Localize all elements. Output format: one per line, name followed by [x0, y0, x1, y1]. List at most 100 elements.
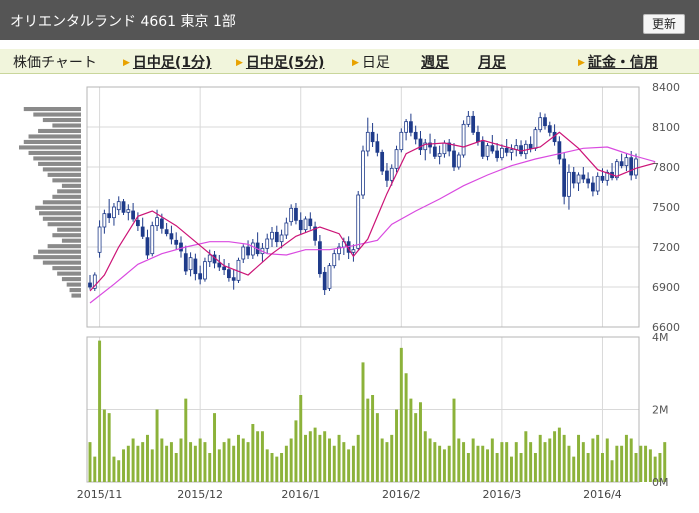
month-labels: 2015/11 2015/12 2016/1 2016/2 2016/3 2016/4 [77, 488, 622, 501]
candle-body [270, 231, 274, 240]
volume-bar [428, 438, 432, 482]
candle-body [394, 149, 399, 169]
candle-body [413, 131, 418, 140]
candle-body [198, 273, 203, 280]
volume-bar [184, 398, 188, 482]
volume-bar [380, 438, 384, 482]
candle-body [116, 201, 121, 211]
candle-body [140, 226, 145, 237]
volume-bar [150, 449, 154, 482]
volume-bar [136, 445, 140, 482]
candle-body [88, 282, 92, 288]
volume-profile-bar [52, 178, 81, 183]
volume-profile-bar [52, 266, 81, 271]
candle-body [250, 242, 255, 256]
candle-body [203, 261, 207, 280]
volume-bar [605, 438, 609, 482]
volume-bar [251, 424, 255, 482]
volume-bar [562, 434, 566, 482]
candle-body [179, 242, 183, 252]
volume-bar [447, 445, 451, 482]
candle-body [485, 145, 490, 157]
candle-body [246, 246, 250, 256]
volume-profile-bar [71, 293, 81, 298]
volume-bar [347, 449, 351, 482]
volume-profile-bar [61, 183, 81, 188]
candle-body [150, 225, 155, 255]
candle-body [600, 175, 605, 181]
candle-body [107, 213, 112, 219]
candle-body [466, 115, 471, 125]
volume-bar [490, 438, 494, 482]
volume-bar [615, 445, 619, 482]
volume-bar [624, 434, 628, 482]
candle-body [456, 154, 461, 168]
candle-body [634, 158, 638, 176]
candle-body [164, 229, 169, 235]
volume-bar [93, 456, 97, 482]
volume-bar [371, 395, 375, 482]
price-tick-label: 8100 [652, 121, 680, 134]
candle-body [327, 265, 332, 289]
volume-bar [213, 413, 217, 482]
volume-bar [600, 453, 604, 482]
volume-bar [639, 445, 643, 482]
month-label: 2015/12 [177, 488, 223, 501]
volume-bar [538, 434, 542, 482]
volume-profile-bar [23, 107, 81, 112]
price-tick-label: 7500 [652, 201, 680, 214]
volume-bar [495, 453, 499, 482]
candle-body [586, 178, 590, 184]
volume-bar [308, 431, 312, 482]
volume-bar [294, 420, 298, 482]
candle-body [361, 150, 365, 196]
candle-body [452, 150, 456, 168]
volume-bar [289, 438, 293, 482]
volume-bar [131, 438, 135, 482]
candle-body [322, 271, 327, 291]
candle-body [404, 121, 408, 133]
volume-profile-bar [42, 167, 81, 172]
candle-body [543, 117, 547, 127]
volume-bar [198, 438, 202, 482]
volume-bar [332, 445, 336, 482]
volume-bar [476, 445, 480, 482]
volume-bar [323, 431, 327, 482]
ma-short-line [89, 131, 656, 292]
volume-bar [457, 438, 461, 482]
volume-bar [509, 456, 513, 482]
volume-profile-bar [28, 150, 82, 155]
month-label: 2015/11 [77, 488, 123, 501]
volume-tick-label: 0M [652, 476, 669, 489]
candle-body [504, 147, 509, 153]
candle-body [131, 210, 135, 220]
candle-body [399, 131, 404, 151]
candle-body [188, 257, 193, 271]
candle-body [193, 258, 198, 275]
volume-bar [246, 442, 250, 482]
candle-body [480, 141, 485, 157]
candle-body [571, 171, 576, 184]
volume-bar [88, 442, 92, 482]
candle-body [97, 226, 102, 253]
volume-bar [505, 442, 509, 482]
candle-body [418, 138, 423, 151]
volume-bar [256, 431, 260, 482]
price-tick-labels: 8400810078007500720069006600 [652, 81, 680, 334]
candle-body [308, 218, 313, 227]
volume-profile-bar [38, 128, 81, 134]
candle-body [136, 219, 140, 227]
volume-bar [361, 362, 365, 482]
volume-profile-bar [39, 211, 81, 216]
volume-profile-bar [57, 227, 81, 232]
volume-bar [265, 449, 269, 482]
volume-bar [222, 442, 226, 482]
volume-bar [145, 434, 149, 482]
candle-body [102, 213, 107, 228]
volume-bar [591, 438, 595, 482]
volume-profile-bar [42, 117, 81, 123]
volume-bar [644, 445, 648, 482]
candle-body [442, 142, 447, 155]
volume-bar [423, 431, 427, 482]
volume-bar [418, 402, 422, 482]
